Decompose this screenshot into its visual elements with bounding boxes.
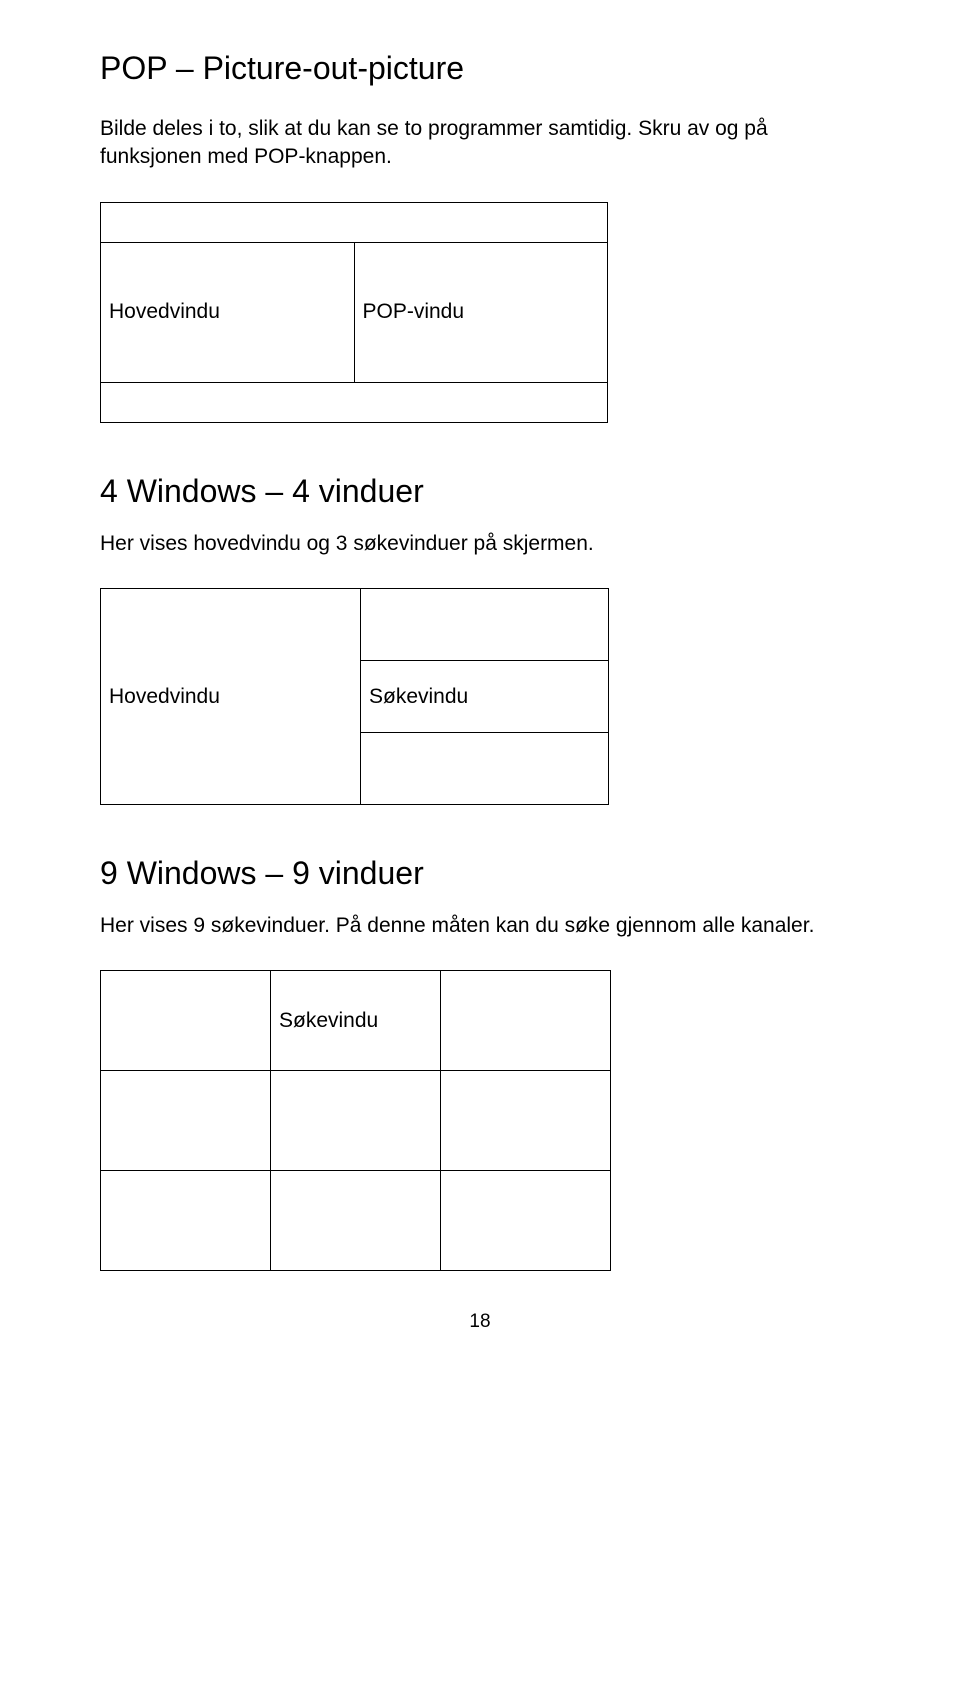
nine-cell-7: [101, 1171, 271, 1271]
nine-cell-5: [271, 1071, 441, 1171]
nine-cell-6: [441, 1071, 611, 1171]
pop-diagram: Hovedvindu POP-vindu: [100, 202, 608, 423]
four-search-window-cell-2: Søkevindu: [361, 661, 609, 733]
pop-diagram-bottom: [101, 382, 608, 422]
page-number: 18: [100, 1311, 860, 1333]
document-page: POP – Picture-out-picture Bilde deles i …: [0, 0, 960, 1686]
nine-windows-heading: 9 Windows – 9 vinduer: [100, 855, 860, 892]
four-windows-heading: 4 Windows – 4 vinduer: [100, 473, 860, 510]
four-windows-body: Her vises hovedvindu og 3 søkevinduer på…: [100, 530, 860, 558]
pop-body: Bilde deles i to, slik at du kan se to p…: [100, 115, 860, 172]
four-search-window-cell-3: [361, 733, 609, 805]
nine-windows-diagram: Søkevindu: [100, 970, 611, 1271]
nine-cell-2: Søkevindu: [271, 971, 441, 1071]
four-main-window-cell: Hovedvindu: [101, 589, 361, 805]
nine-cell-3: [441, 971, 611, 1071]
nine-cell-1: [101, 971, 271, 1071]
pop-sub-window-cell: POP-vindu: [354, 242, 608, 382]
nine-cell-4: [101, 1071, 271, 1171]
pop-heading: POP – Picture-out-picture: [100, 50, 860, 87]
nine-cell-9: [441, 1171, 611, 1271]
four-search-window-cell-1: [361, 589, 609, 661]
nine-windows-body: Her vises 9 søkevinduer. På denne måten …: [100, 912, 860, 940]
pop-diagram-top: [101, 202, 608, 242]
nine-cell-8: [271, 1171, 441, 1271]
pop-main-window-cell: Hovedvindu: [101, 242, 355, 382]
four-windows-diagram: Hovedvindu Søkevindu: [100, 588, 609, 805]
